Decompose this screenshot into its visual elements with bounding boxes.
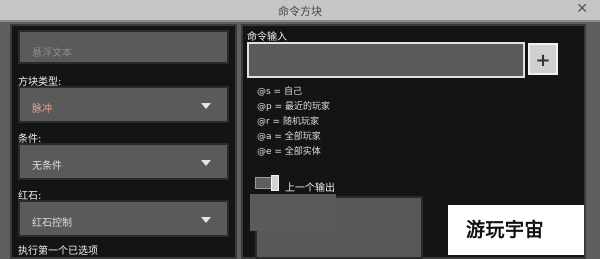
plus-icon: + [535,50,551,71]
title-bar: 命令方块 ✕ [0,0,600,22]
add-button[interactable]: + [528,43,558,75]
toggle-knob [271,175,279,191]
selector-help-line: @e = 全部实体 [257,147,321,157]
condition-value: 无条件 [32,161,62,172]
window-title: 命令方块 [278,5,322,18]
selector-help-line: @r = 随机玩家 [257,117,319,127]
execute-first-label: 执行第一个已选项 [18,246,98,257]
command-block-window: 命令方块 ✕ 悬浮文本 方块类型: 脉冲 条件: 无条件 红石: 红石控制 执行… [0,0,600,259]
chevron-down-icon [201,103,211,109]
previous-output-label: 上一个输出 [285,183,335,194]
chevron-down-icon [201,217,211,223]
redstone-dropdown[interactable]: 红石控制 [18,200,229,237]
block-type-dropdown[interactable]: 脉冲 [18,86,229,123]
hover-text-placeholder: 悬浮文本 [32,48,72,59]
selector-help-line: @p = 最近的玩家 [257,102,330,112]
command-input[interactable] [247,42,525,78]
command-input-label: 命令输入 [247,32,287,43]
watermark-text: 游玩宇宙 [466,219,545,241]
output-area-extension [250,194,336,231]
condition-dropdown[interactable]: 无条件 [18,143,229,180]
selector-help-line: @s = 自己 [257,87,302,97]
selector-help-line: @a = 全部玩家 [257,132,321,142]
block-type-value: 脉冲 [32,104,52,115]
hover-text-input[interactable]: 悬浮文本 [18,30,229,64]
chevron-down-icon [201,160,211,166]
redstone-value: 红石控制 [32,218,72,229]
watermark-logo: 游玩宇宙 [448,205,584,255]
previous-output-toggle[interactable] [255,175,279,191]
settings-panel: 悬浮文本 方块类型: 脉冲 条件: 无条件 红石: 红石控制 执行第一个已选项 [10,24,237,259]
close-icon[interactable]: ✕ [576,1,588,17]
